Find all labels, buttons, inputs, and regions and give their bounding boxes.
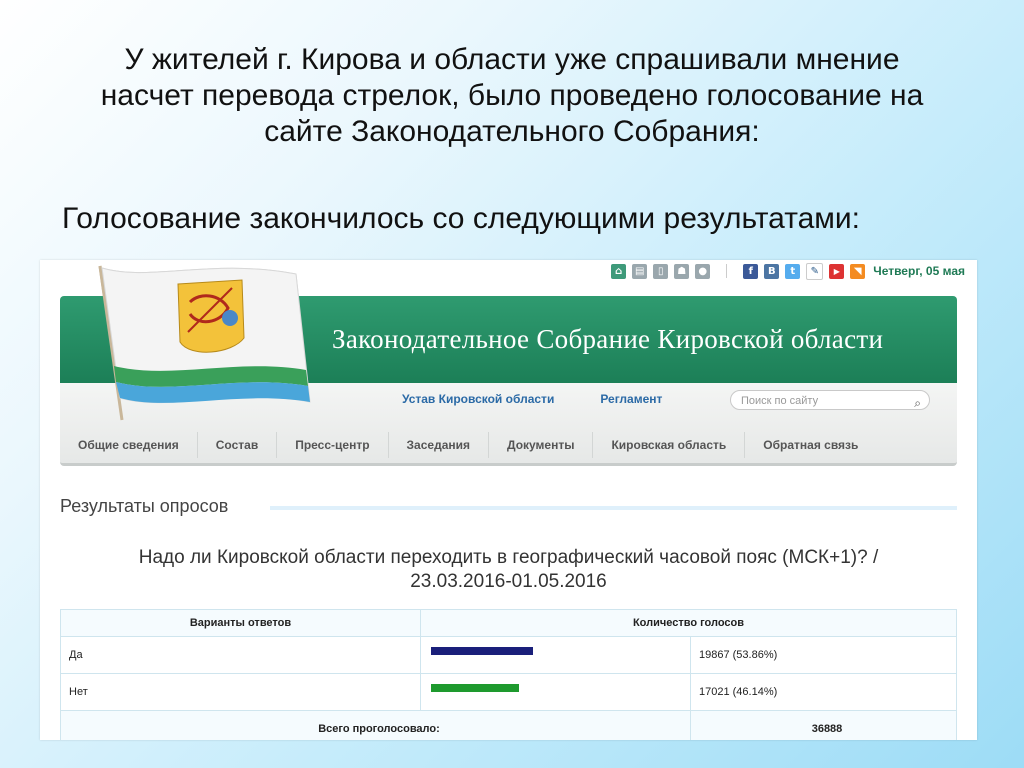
slide-title-line: сайте Законодательного Собрания: <box>264 115 760 148</box>
search-icon[interactable]: ⌕ <box>914 393 921 413</box>
toolbar-divider <box>726 264 728 278</box>
menu-item-general[interactable]: Общие сведения <box>60 432 198 458</box>
website-screenshot: ⌂ ▤ ▯ ☗ ● f B t ✎ ▶ ◥ Четверг, 05 мая За… <box>40 260 977 740</box>
table-row: Да 19867 (53.86%) <box>60 636 957 674</box>
slide-title-line: насчет перевода стрелок, было проведено … <box>100 79 924 112</box>
search-input[interactable]: Поиск по сайту ⌕ <box>730 390 930 410</box>
votes-cell: 19867 (53.86%) <box>690 636 957 674</box>
link-charter[interactable]: Устав Кировской области <box>402 392 554 406</box>
poll-question-text: Надо ли Кировской области переходить в г… <box>138 547 879 568</box>
column-header-votes: Количество голосов <box>420 609 957 637</box>
menu-item-press[interactable]: Пресс-центр <box>277 432 389 458</box>
menu-item-region[interactable]: Кировская область <box>593 432 746 458</box>
twitter-icon[interactable]: t <box>785 263 801 279</box>
home-icon[interactable]: ⌂ <box>611 263 627 279</box>
android-icon[interactable]: ☗ <box>674 263 690 279</box>
search-placeholder: Поиск по сайту <box>741 395 819 407</box>
vote-bar-no <box>431 684 519 692</box>
slide-subtitle: Голосование закончилось со следующими ре… <box>62 202 861 235</box>
table-row: Нет 17021 (46.14%) <box>60 673 957 711</box>
mobile-icon[interactable]: ▯ <box>653 263 669 279</box>
total-value: 36888 <box>690 710 957 740</box>
link-regulations[interactable]: Регламент <box>600 392 662 406</box>
livejournal-icon[interactable]: ✎ <box>806 262 824 280</box>
poll-period: 23.03.2016-01.05.2016 <box>410 571 607 592</box>
facebook-icon[interactable]: f <box>743 263 759 279</box>
total-row: Всего проголосовало: 36888 <box>60 710 957 740</box>
answer-cell: Нет <box>60 673 421 711</box>
menu-item-feedback[interactable]: Обратная связь <box>745 432 876 458</box>
apple-icon[interactable]: ● <box>695 263 711 279</box>
slide-title-line: У жителей г. Кирова и области уже спраши… <box>124 43 900 76</box>
votes-cell: 17021 (46.14%) <box>690 673 957 711</box>
print-icon[interactable]: ▤ <box>632 263 648 279</box>
bar-cell <box>420 673 691 711</box>
total-label: Всего проголосовало: <box>60 710 691 740</box>
quick-links: Устав Кировской области Регламент <box>402 392 662 406</box>
main-menu: Общие сведения Состав Пресс-центр Заседа… <box>60 432 957 458</box>
youtube-icon[interactable]: ▶ <box>829 263 845 279</box>
bar-cell <box>420 636 691 674</box>
menu-item-members[interactable]: Состав <box>198 432 278 458</box>
menu-item-sessions[interactable]: Заседания <box>389 432 489 458</box>
vote-bar-yes <box>431 647 533 655</box>
column-header-answers: Варианты ответов <box>60 609 421 637</box>
answer-cell: Да <box>60 636 421 674</box>
top-toolbar: ⌂ ▤ ▯ ☗ ● f B t ✎ ▶ ◥ Четверг, 05 мая <box>611 262 965 280</box>
current-date: Четверг, 05 мая <box>873 264 965 278</box>
rss-icon[interactable]: ◥ <box>850 263 866 279</box>
section-title: Результаты опросов <box>60 496 229 516</box>
kirov-flag-overlay-icon <box>98 265 311 421</box>
poll-question: Надо ли Кировской области переходить в г… <box>60 546 957 594</box>
section-divider <box>270 506 957 510</box>
menu-item-documents[interactable]: Документы <box>489 432 594 458</box>
vkontakte-icon[interactable]: B <box>764 263 780 279</box>
slide-title: У жителей г. Кирова и области уже спраши… <box>40 42 984 150</box>
poll-results-table: Варианты ответов Количество голосов Да 1… <box>60 609 957 740</box>
site-title[interactable]: Законодательное Собрание Кировской облас… <box>332 324 883 355</box>
